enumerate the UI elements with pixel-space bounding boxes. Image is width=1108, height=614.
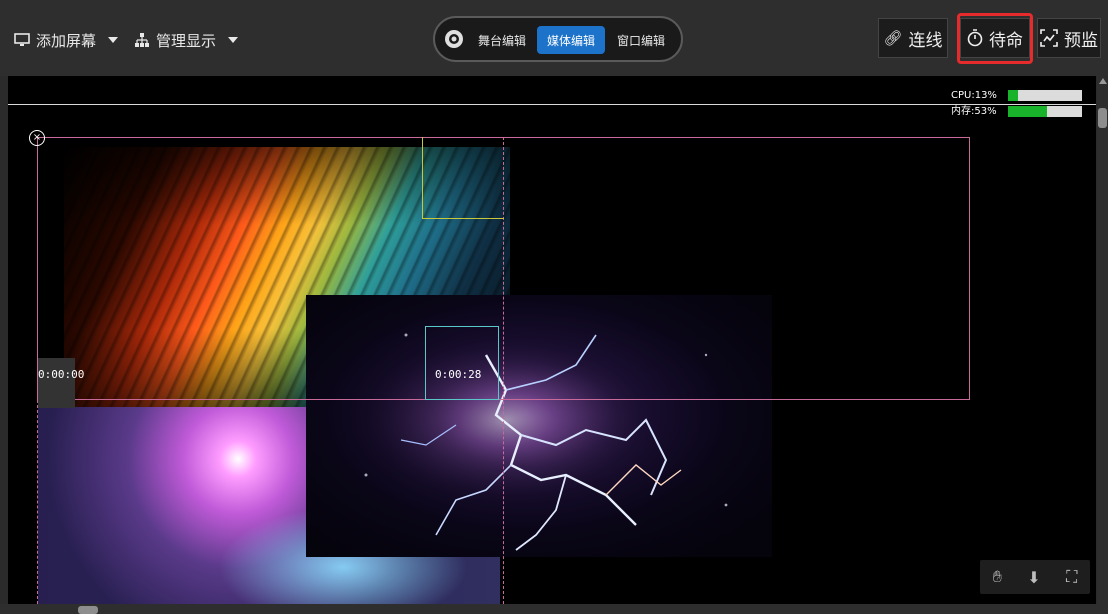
hand-icon[interactable]: ✋︎ [993,567,1002,587]
canvas-top-rule [8,104,1096,105]
standby-label: 待命 [989,30,1023,51]
chevron-down-icon [228,37,239,43]
add-screen-label: 添加屏幕 [36,31,97,50]
monitor-icon [14,33,30,46]
preview-button[interactable]: 预监 [1037,18,1101,58]
add-screen-button[interactable]: 添加屏幕 [14,22,119,58]
timecode-backdrop [38,358,75,408]
memory-label: 内存:53% [951,106,997,117]
window-outline-cyan[interactable] [425,326,499,400]
cpu-meter-fill [1008,90,1018,101]
toolbar: 添加屏幕 管理显示 舞台编辑 媒体编辑 窗口编辑 🔗︎ 连线 待命 预监 [0,0,1108,76]
standby-button[interactable]: 待命 [960,18,1030,58]
preview-icon [1040,29,1058,47]
manage-display-label: 管理显示 [156,31,217,50]
manage-display-button[interactable]: 管理显示 [134,22,239,58]
app-window: 添加屏幕 管理显示 舞台编辑 媒体编辑 窗口编辑 🔗︎ 连线 待命 预监 CPU… [0,0,1108,614]
cpu-meter [1008,90,1082,101]
fit-screen-icon[interactable]: ⛶ [1066,567,1077,587]
memory-meter-fill [1008,106,1048,117]
tab-window-edit[interactable]: 窗口编辑 [609,26,673,54]
tab-stage-edit[interactable]: 舞台编辑 [471,26,533,54]
timer-icon [967,29,983,47]
window-outline-yellow[interactable] [422,137,504,219]
preview-label: 预监 [1064,30,1098,51]
cpu-label: CPU:13% [951,90,997,101]
edit-mode-switcher: 舞台编辑 媒体编辑 窗口编辑 [433,16,683,62]
settings-icon [445,30,463,48]
scroll-up-icon[interactable] [1099,78,1107,84]
connect-label: 连线 [908,30,943,51]
link-icon: 🔗︎ [883,29,903,47]
window-outline-left-edge [37,400,38,604]
timecode-left: 0:00:00 [38,368,85,381]
horizontal-scroll-thumb[interactable] [78,606,98,614]
media-canvas[interactable]: CPU:13% 内存:53% 0:00:00 0:00:28 × ✋︎ ⬇︎ ⛶ [8,76,1096,604]
hierarchy-icon [135,33,149,47]
canvas-tools: ✋︎ ⬇︎ ⛶ [980,560,1090,594]
horizontal-scrollbar[interactable] [0,604,1108,614]
close-icon[interactable]: × [29,130,45,146]
vertical-scrollbar[interactable] [1097,76,1108,604]
vertical-scroll-thumb[interactable] [1098,108,1107,128]
tab-media-edit[interactable]: 媒体编辑 [537,26,605,54]
connect-button[interactable]: 🔗︎ 连线 [878,18,948,58]
memory-meter [1008,106,1082,117]
timecode-center: 0:00:28 [435,368,482,381]
download-icon[interactable]: ⬇︎ [1027,568,1040,587]
chevron-down-icon [108,37,119,43]
